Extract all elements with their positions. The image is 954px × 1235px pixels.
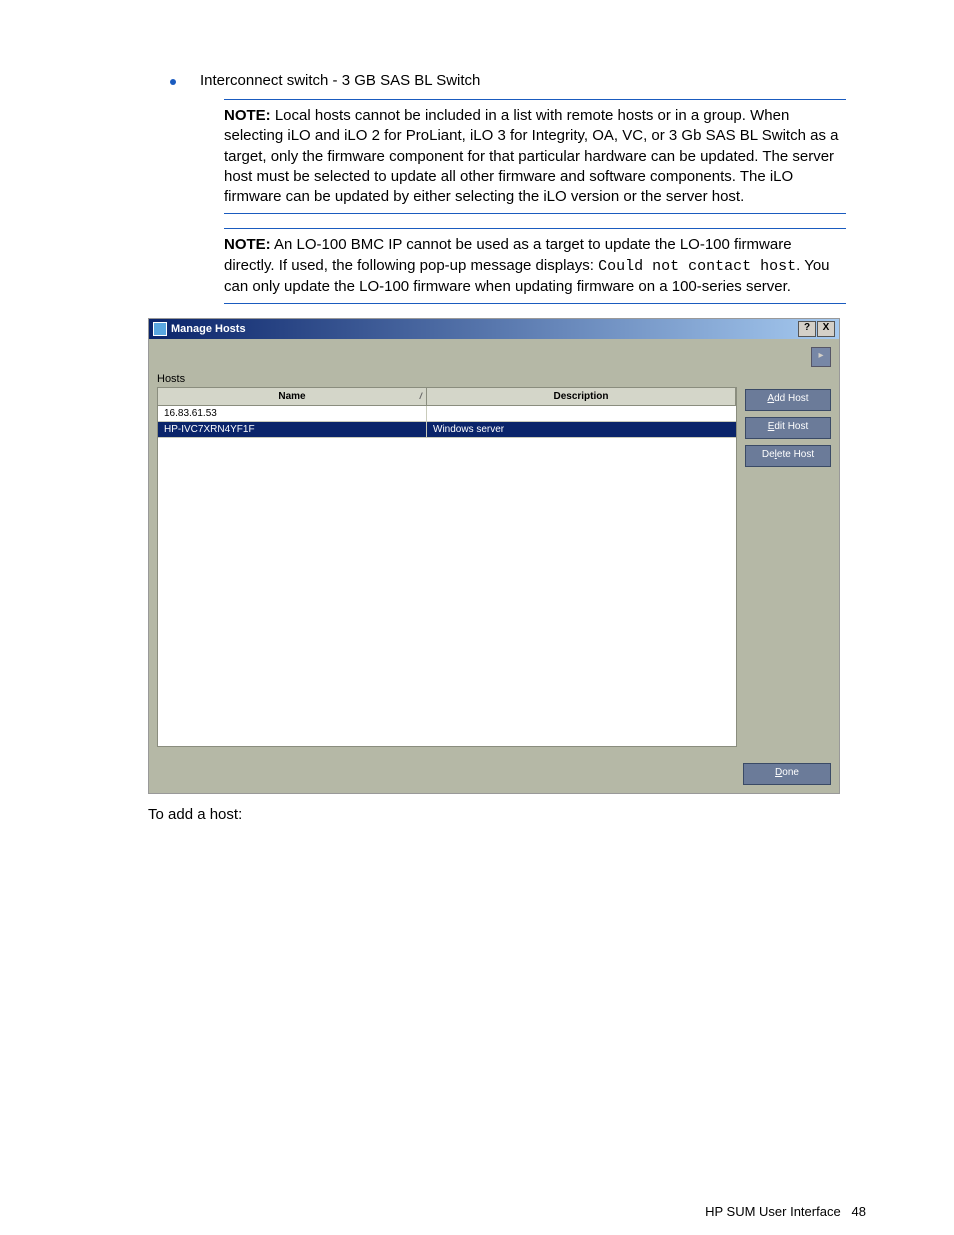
dialog-icon — [153, 322, 167, 336]
note-text: Local hosts cannot be included in a list… — [224, 107, 838, 205]
edit-host-button[interactable]: Edit Host — [745, 417, 831, 439]
note-label: NOTE: — [224, 107, 271, 124]
bullet-dot-icon — [170, 79, 176, 85]
column-header-name[interactable]: Name / — [158, 388, 427, 406]
dialog-title: Manage Hosts — [171, 323, 246, 335]
dialog-titlebar: Manage Hosts ? X — [149, 319, 839, 339]
btn-text: dit Host — [774, 421, 808, 432]
page-footer: HP SUM User Interface 48 — [705, 1204, 866, 1219]
table-body: 16.83.61.53 HP-IVC7XRN4YF1F Windows serv… — [158, 406, 736, 746]
btn-text: one — [782, 767, 799, 778]
table-row[interactable]: 16.83.61.53 — [158, 406, 736, 422]
note-mono: Could not contact host — [598, 258, 796, 275]
delete-host-button[interactable]: Delete Host — [745, 445, 831, 467]
hosts-table: Name / Description 16.83.61.53 HP-I — [157, 387, 737, 747]
btn-text: dd Host — [774, 393, 808, 404]
btn-text: De — [762, 449, 775, 460]
add-host-button[interactable]: Add Host — [745, 389, 831, 411]
bullet-text: Interconnect switch - 3 GB SAS BL Switch — [200, 72, 480, 89]
close-button[interactable]: X — [817, 321, 835, 337]
btn-text: ete Host — [777, 449, 814, 460]
help-button[interactable]: ? — [798, 321, 816, 337]
note-block-2: NOTE: An LO-100 BMC IP cannot be used as… — [224, 228, 846, 304]
manage-hosts-dialog: Manage Hosts ? X ▸ Hosts Name / — [148, 318, 840, 794]
footer-page: 48 — [852, 1204, 866, 1219]
column-header-name-text: Name — [278, 391, 305, 402]
after-screenshot-text: To add a host: — [148, 806, 866, 823]
note-label: NOTE: — [224, 236, 271, 253]
cell-desc: Windows server — [427, 422, 736, 437]
sort-icon: / — [419, 391, 422, 401]
done-button[interactable]: Done — [743, 763, 831, 785]
cell-desc — [427, 406, 736, 421]
toolbar-square-button[interactable]: ▸ — [811, 347, 831, 367]
cell-name: 16.83.61.53 — [158, 406, 427, 421]
hosts-label: Hosts — [157, 373, 737, 385]
column-header-description[interactable]: Description — [427, 388, 736, 406]
note-block-1: NOTE: Local hosts cannot be included in … — [224, 99, 846, 214]
table-row[interactable]: HP-IVC7XRN4YF1F Windows server — [158, 422, 736, 438]
cell-name: HP-IVC7XRN4YF1F — [158, 422, 427, 437]
footer-text: HP SUM User Interface — [705, 1204, 841, 1219]
